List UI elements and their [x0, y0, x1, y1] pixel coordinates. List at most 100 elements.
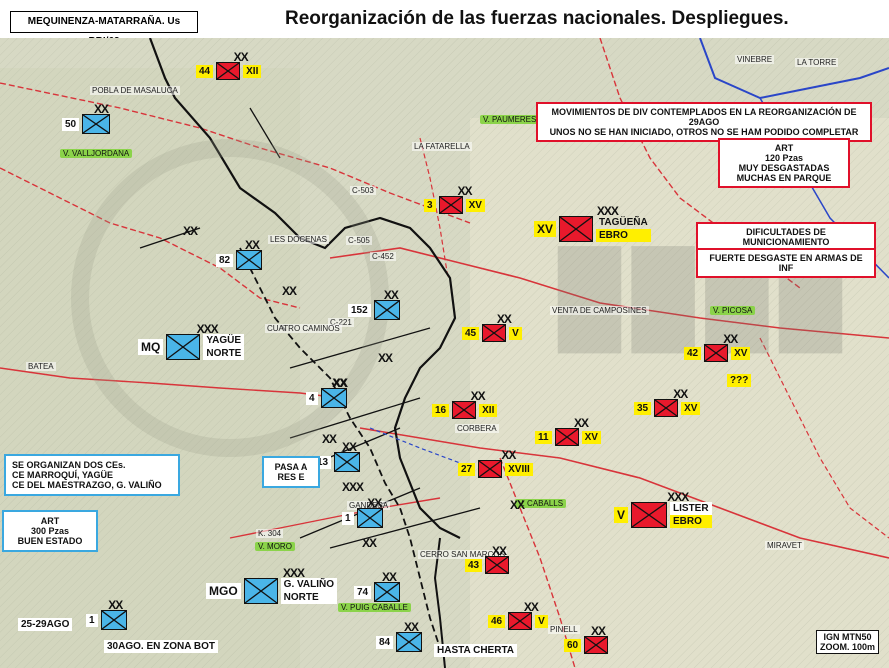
infantry-symbol: [100, 610, 127, 630]
note-line: RES E: [277, 472, 305, 482]
place-label: BATEA: [26, 362, 56, 371]
echelon-mark: XX: [492, 544, 507, 558]
infantry-symbol: [396, 632, 423, 652]
corps-label: XV: [581, 430, 601, 444]
infantry-symbol: [482, 324, 507, 342]
infantry-symbol: [82, 114, 111, 134]
place-label: V. VALLJORDANA: [60, 149, 133, 158]
commander-label: YAGÜE: [203, 334, 245, 347]
place-label: POBLA DE MASALUCA: [90, 86, 180, 95]
corps-label: XV: [731, 346, 751, 360]
red-division-11[interactable]: XX 11 XV: [535, 416, 601, 446]
blue-division-50[interactable]: XX 50: [62, 103, 111, 134]
note-line: CE MARROQUÍ, YAGÜE: [12, 470, 114, 480]
place-label: V. MORO: [255, 542, 295, 551]
map-canvas[interactable]: ▉▉▉▉ C-503 C-505 C-221 C-452 POBLA DE MA…: [0, 38, 889, 668]
red-division-46[interactable]: XX 46 V: [488, 601, 548, 630]
infantry-symbol: [320, 388, 347, 408]
road-label: C-503: [350, 186, 376, 195]
infantry-symbol: [216, 62, 241, 80]
echelon-mark: XX: [457, 184, 472, 198]
red-division-42[interactable]: XX 42 XV: [684, 333, 751, 362]
army-label: NORTE: [203, 347, 245, 360]
infantry-symbol: [478, 460, 503, 478]
boundary-marker: XX: [378, 351, 393, 365]
echelon-mark: XX: [573, 416, 589, 430]
red-division-16[interactable]: XX 16 XII: [432, 389, 498, 419]
echelon-mark: XX: [591, 624, 606, 638]
red-corps-xv[interactable]: XXX XV TAGÜEÑA EBRO: [534, 204, 651, 242]
note-line: ART: [40, 516, 60, 526]
boundary-marker: XXX: [342, 480, 364, 494]
note-line: 120 Pzas: [764, 153, 804, 163]
echelon-mark: XX: [673, 387, 688, 401]
echelon-mark: XXX: [596, 204, 619, 218]
boundary-marker: XX: [510, 498, 525, 512]
header-bar: MEQUINENZA-MATARRAÑA. Us BRI/63 Reorgani…: [0, 0, 889, 47]
note-line: ART: [774, 143, 794, 153]
unit-number: 43: [465, 558, 483, 572]
blue-division-82[interactable]: XX 82: [216, 238, 263, 270]
echelon-mark: XX: [245, 238, 260, 252]
note-line: PASA A: [274, 462, 308, 472]
unit-number: 46: [488, 614, 506, 628]
unit-number: 16: [432, 403, 450, 417]
echelon-mark: XX: [470, 389, 486, 403]
unit-number: 42: [684, 346, 702, 360]
red-division-35[interactable]: XX 35 XV: [634, 387, 701, 417]
blue-division-4[interactable]: XX 4: [306, 377, 347, 408]
unit-number: 1: [342, 511, 354, 525]
note-line: IGN MTN50: [823, 632, 872, 642]
note-line: ZOOM. 100m: [820, 642, 876, 652]
blue-division-152[interactable]: XX 152: [348, 289, 400, 320]
unit-number: 82: [216, 253, 234, 267]
unit-number: 11: [535, 430, 552, 444]
unit-number: 74: [354, 585, 372, 599]
blue-corps-mgo[interactable]: XXX MGO G. VALIÑO NORTE: [206, 566, 338, 604]
red-division-60[interactable]: XX 60: [564, 624, 609, 654]
page-title: Reorganización de las fuerzas nacionales…: [285, 8, 789, 29]
place-label: V. PICOSA: [710, 306, 756, 315]
place-label: V. PAUMERES: [480, 115, 540, 124]
unit-number: 45: [462, 326, 480, 340]
echelon-mark: XXX: [283, 566, 305, 580]
place-label: CUATRO CAMINOS: [265, 324, 342, 333]
red-corps-v[interactable]: XXX V LISTER EBRO: [614, 491, 712, 528]
red-division-27[interactable]: XX 27 XVIII: [458, 449, 533, 478]
series-label: MEQUINENZA-MATARRAÑA. Us BRI/63: [10, 11, 198, 47]
blue-division-13[interactable]: XX 13: [314, 441, 361, 472]
blue-division-1-reserve[interactable]: XX 1: [86, 599, 127, 630]
echelon-mark: XXX: [196, 322, 219, 336]
infantry-symbol: [236, 250, 263, 270]
commander-label: LISTER: [670, 502, 712, 515]
corps-label: XV: [465, 198, 485, 212]
boundary-marker: XX: [282, 284, 297, 298]
note-line: SE ORGANIZAN DOS CEs.: [12, 460, 126, 470]
wear-note: FUERTE DESGASTE EN ARMAS DE INF: [696, 248, 876, 278]
infantry-symbol: [438, 196, 463, 214]
blue-division-84[interactable]: XX 84: [376, 621, 423, 652]
commander-label: G. VALIÑO: [280, 578, 338, 591]
red-division-45[interactable]: XX 45 V: [462, 313, 522, 342]
unit-number: V: [614, 507, 629, 523]
blue-division-74[interactable]: XX 74: [354, 571, 401, 602]
note-line: MUY DESGASTADAS: [738, 163, 830, 173]
nationalist-artillery-note: ART 300 Pzas BUEN ESTADO: [2, 510, 98, 552]
infantry-symbol: [356, 508, 383, 528]
zona-bot-note: 30AGO. EN ZONA BOT: [104, 640, 218, 653]
unit-number: MQ: [138, 339, 164, 355]
red-division-3[interactable]: XX 3 XV: [424, 184, 485, 214]
unit-number: 3: [424, 198, 436, 212]
commander-label: TAGÜEÑA: [599, 217, 648, 228]
blue-corps-mq[interactable]: XXX MQ YAGÜE NORTE: [138, 322, 245, 360]
red-division-43[interactable]: XX 43: [465, 544, 510, 574]
place-label: CORBERA: [455, 424, 499, 433]
army-label: NORTE: [280, 591, 338, 604]
place-label: LA TORRE: [795, 58, 839, 67]
unit-number: 44: [196, 64, 214, 78]
note-line: MUCHAS EN PARQUE: [736, 173, 832, 183]
blue-division-1[interactable]: XX 1: [342, 497, 383, 528]
red-division-44[interactable]: XX 44 XII: [196, 51, 262, 80]
infantry-symbol: [243, 578, 278, 604]
unit-number: 35: [634, 401, 652, 415]
